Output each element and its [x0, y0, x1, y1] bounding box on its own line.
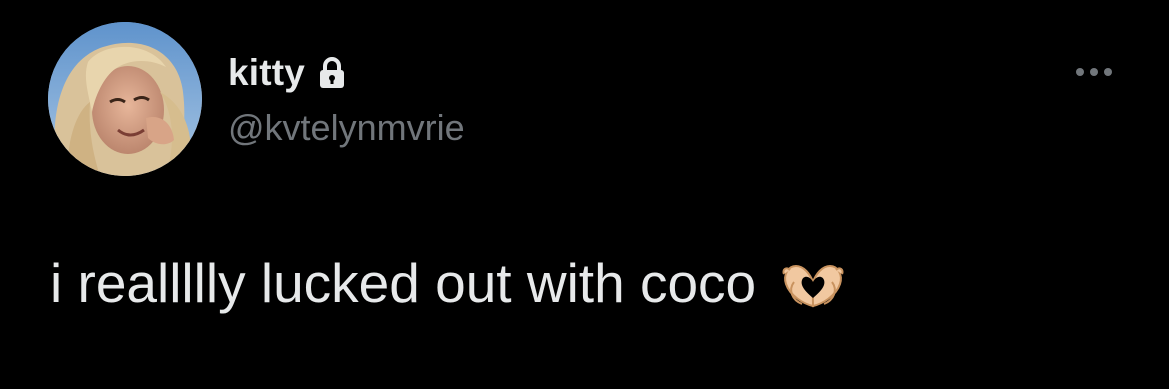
tweet-text-content: i reallllly lucked out with coco [50, 252, 757, 314]
author-handle[interactable]: @kvtelynmvrie [228, 106, 465, 150]
more-options-icon [1076, 68, 1112, 76]
avatar-image [48, 22, 202, 176]
tweet-text: i reallllly lucked out with coco [50, 250, 846, 316]
display-name[interactable]: kitty [228, 50, 305, 96]
more-options-button[interactable] [1070, 60, 1120, 84]
heart-hands-icon [780, 258, 846, 308]
tweet: kitty @kvtelynmvrie i reallllly lucked o… [0, 0, 1169, 389]
author-name-row[interactable]: kitty [228, 50, 347, 96]
avatar[interactable] [48, 22, 202, 176]
lock-icon [317, 56, 347, 90]
